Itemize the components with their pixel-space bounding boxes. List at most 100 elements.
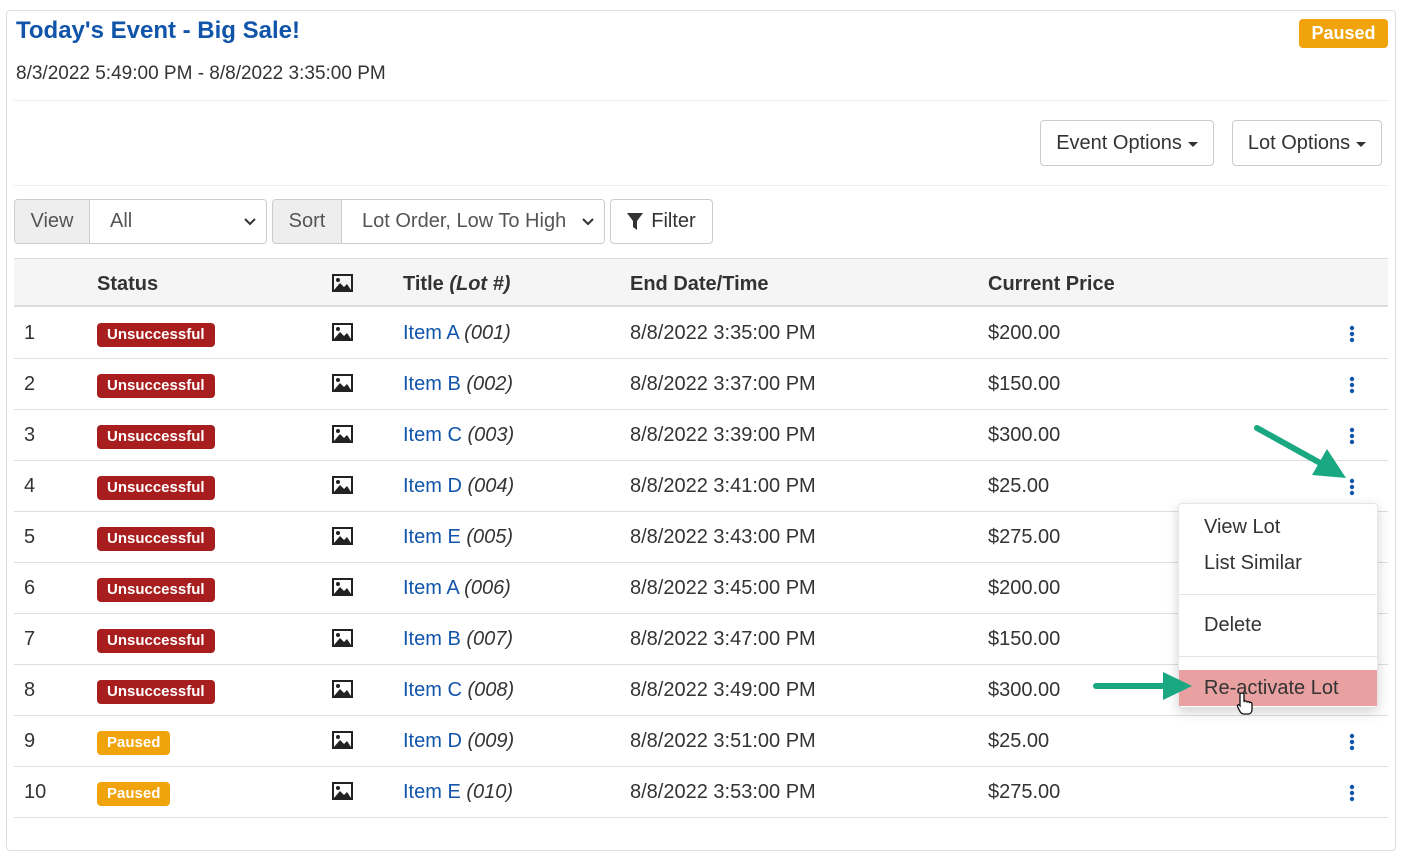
lot-number: (006) [464,577,511,599]
current-price: $150.00 [988,373,1061,395]
funnel-icon [627,212,644,230]
lot-actions-menu: View Lot List Similar Delete Re-activate… [1178,503,1378,708]
image-icon[interactable] [332,374,353,392]
table-row: 9 Paused Item D (009) 8/8/2022 3:51:00 PM $2… [14,716,1388,767]
lot-number: (001) [464,322,511,344]
lot-title: Item B (007) [403,628,513,651]
menu-item-view-lot[interactable]: View Lot [1179,516,1377,539]
divider [14,185,1388,186]
image-icon [332,274,353,292]
row-number: 5 [24,526,36,548]
image-icon[interactable] [332,527,353,545]
more-options-icon[interactable] [1340,781,1364,805]
status-badge: Unsuccessful [97,680,215,704]
image-icon[interactable] [332,629,353,647]
row-number: 6 [24,577,36,599]
more-options-icon[interactable] [1340,730,1364,754]
current-price: $25.00 [988,730,1050,752]
end-datetime: 8/8/2022 3:47:00 PM [630,628,816,650]
lot-number: (009) [467,730,515,752]
status-badge: Unsuccessful [97,323,215,347]
lot-options-button[interactable]: Lot Options [1232,120,1382,166]
divider [14,100,1388,101]
status-badge: Unsuccessful [97,578,215,602]
chevron-down-icon [244,217,256,225]
row-number: 1 [24,322,36,344]
item-link[interactable]: Item D [403,475,462,497]
table-row: 2 Unsuccessful Item B (002) 8/8/2022 3:37:0… [14,359,1388,410]
image-icon[interactable] [332,425,353,443]
image-icon[interactable] [332,578,353,596]
current-price: $300.00 [988,424,1061,446]
status-header[interactable]: Status [97,273,158,296]
current-price: $200.00 [988,322,1061,344]
item-link[interactable]: Item A [403,577,459,599]
lot-title: Item A (006) [403,577,511,600]
event-options-button[interactable]: Event Options [1040,120,1214,166]
menu-item-reactivate-lot[interactable]: Re-activate Lot [1179,670,1377,706]
lot-title: Item B (002) [403,373,513,396]
title-header[interactable]: Title (Lot #) [403,273,510,296]
row-number: 2 [24,373,36,395]
menu-divider [1179,656,1377,657]
item-link[interactable]: Item C [403,424,462,446]
image-icon[interactable] [332,476,353,494]
menu-item-list-similar[interactable]: List Similar [1179,552,1377,575]
item-link[interactable]: Item B [403,373,461,395]
end-datetime: 8/8/2022 3:45:00 PM [630,577,816,599]
current-price: $300.00 [988,679,1061,701]
view-select-group: View All [14,199,267,244]
status-badge: Paused [97,782,171,806]
caret-down-icon [1356,141,1367,147]
table-row: 1 Unsuccessful Item A (001) 8/8/2022 3:35:0… [14,308,1388,359]
end-datetime: 8/8/2022 3:37:00 PM [630,373,816,395]
row-number: 8 [24,679,36,701]
end-datetime: 8/8/2022 3:49:00 PM [630,679,816,701]
view-label: View [15,200,90,243]
sort-select[interactable]: Lot Order, Low To High [342,200,604,243]
sort-select-value: Lot Order, Low To High [362,210,567,232]
end-datetime: 8/8/2022 3:39:00 PM [630,424,816,446]
row-number: 9 [24,730,36,752]
status-badge: Paused [97,731,171,755]
menu-item-delete[interactable]: Delete [1179,614,1377,637]
lot-title: Item D (009) [403,730,514,753]
image-icon[interactable] [332,323,353,341]
end-datetime: 8/8/2022 3:41:00 PM [630,475,816,497]
filter-button[interactable]: Filter [610,199,713,244]
current-price-header[interactable]: Current Price [988,273,1115,296]
image-icon[interactable] [332,731,353,749]
item-link[interactable]: Item C [403,679,462,701]
image-icon[interactable] [332,680,353,698]
end-datetime: 8/8/2022 3:35:00 PM [630,322,816,344]
image-icon[interactable] [332,782,353,800]
lot-number: (002) [466,373,514,395]
lot-title: Item C (008) [403,679,514,702]
lot-number: (010) [466,781,514,803]
more-options-icon[interactable] [1340,322,1364,346]
item-link[interactable]: Item D [403,730,462,752]
end-datetime-header[interactable]: End Date/Time [630,273,769,296]
item-link[interactable]: Item E [403,526,461,548]
lot-options-label: Lot Options [1247,131,1351,154]
end-datetime: 8/8/2022 3:53:00 PM [630,781,816,803]
more-options-icon[interactable] [1340,373,1364,397]
caret-down-icon [1187,141,1198,147]
event-title[interactable]: Today's Event - Big Sale! [16,17,300,45]
current-price: $275.00 [988,781,1061,803]
item-link[interactable]: Item E [403,781,461,803]
table-header: Status Title (Lot #) End Date/Time Curre… [14,258,1388,307]
current-price: $200.00 [988,577,1061,599]
lot-title: Item C (003) [403,424,514,447]
more-options-icon[interactable] [1340,475,1364,499]
more-options-icon[interactable] [1340,424,1364,448]
filter-label: Filter [651,210,696,232]
view-select[interactable]: All [90,200,266,243]
lot-number: (004) [467,475,515,497]
lot-title: Item A (001) [403,322,511,345]
lot-number: (005) [466,526,514,548]
item-link[interactable]: Item B [403,628,461,650]
item-link[interactable]: Item A [403,322,459,344]
sort-label: Sort [273,200,342,243]
event-dates: 8/3/2022 5:49:00 PM - 8/8/2022 3:35:00 P… [16,63,386,84]
